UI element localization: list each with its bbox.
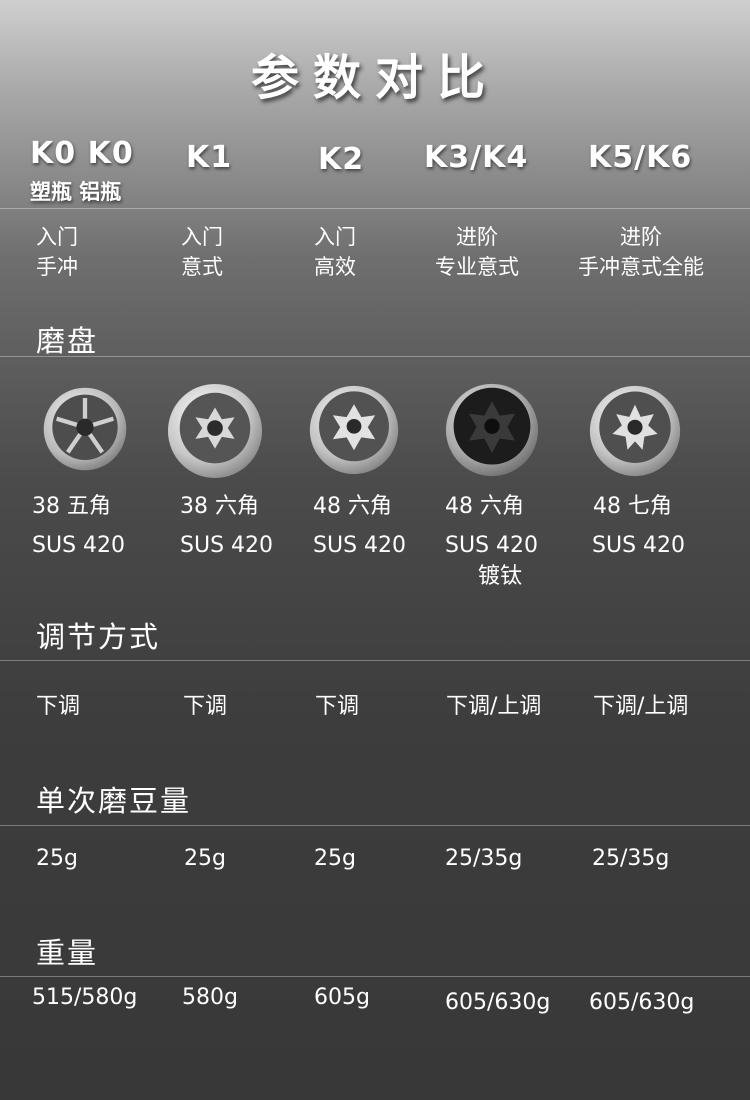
burr-spec-k2: 48 六角 [313, 494, 392, 519]
model-k1: K1 [186, 140, 233, 175]
burr-material-k0: SUS 420 [32, 533, 126, 558]
weight-k1: 580g [182, 985, 238, 1010]
section-capacity-divider [0, 825, 750, 826]
section-capacity-title: 单次磨豆量 [36, 784, 192, 818]
level-k1: 入门 意式 [181, 222, 223, 282]
section-adjust-divider [0, 660, 750, 661]
weight-k3-k4: 605/630g [445, 990, 551, 1015]
adjust-k5-k6: 下调/上调 [593, 694, 689, 719]
model-k0-variants: 塑瓶 铝瓶 [30, 180, 122, 204]
page-title: 参数对比 [250, 50, 499, 106]
level-k2: 入门 高效 [314, 222, 356, 282]
model-k3-k4: K3/K4 [424, 140, 529, 175]
section-burr-divider [0, 356, 750, 357]
model-k0: K0 K0 [30, 136, 134, 171]
burr-spec-k3-k4: 48 六角 [445, 494, 524, 519]
level-tier: 入门 [181, 225, 223, 249]
burr-spec-k1: 38 六角 [180, 494, 259, 519]
capacity-k1: 25g [184, 846, 226, 871]
level-tier: 进阶 [620, 225, 662, 249]
burr-5-point-icon [43, 387, 127, 471]
burr-6-point-icon [167, 383, 263, 479]
burr-titanium-icon [445, 383, 539, 477]
section-weight-divider [0, 976, 750, 977]
adjust-k2: 下调 [315, 694, 360, 719]
level-use: 专业意式 [435, 255, 519, 279]
level-k3-k4: 进阶 专业意式 [427, 222, 527, 282]
burr-coating-k3-k4: 镀钛 [477, 564, 522, 589]
model-k5-k6: K5/K6 [588, 140, 693, 175]
burr-spec-k5-k6: 48 七角 [593, 494, 672, 519]
level-use: 意式 [181, 255, 223, 279]
level-use: 手冲 [36, 255, 78, 279]
level-use: 高效 [314, 255, 356, 279]
burr-6-point-icon [309, 385, 399, 475]
adjust-k0: 下调 [36, 694, 81, 719]
level-tier: 入门 [314, 225, 356, 249]
weight-k5-k6: 605/630g [589, 990, 695, 1015]
model-k2: K2 [318, 142, 365, 177]
section-adjust-title: 调节方式 [36, 620, 161, 654]
burr-spec-k0: 38 五角 [32, 494, 111, 519]
level-k5-k6: 进阶 手冲意式全能 [566, 222, 716, 282]
weight-k0: 515/580g [32, 985, 138, 1010]
burr-7-point-icon [589, 385, 681, 477]
level-k0: 入门 手冲 [36, 222, 78, 282]
capacity-k5-k6: 25/35g [592, 846, 670, 871]
adjust-k3-k4: 下调/上调 [446, 694, 542, 719]
header-divider [0, 208, 750, 209]
weight-k2: 605g [314, 985, 370, 1010]
level-tier: 入门 [36, 225, 78, 249]
capacity-k0: 25g [36, 846, 78, 871]
capacity-k3-k4: 25/35g [445, 846, 523, 871]
adjust-k1: 下调 [183, 694, 228, 719]
burr-material-k5-k6: SUS 420 [592, 533, 686, 558]
capacity-k2: 25g [314, 846, 356, 871]
level-use: 手冲意式全能 [578, 255, 704, 279]
burr-material-k1: SUS 420 [180, 533, 274, 558]
section-burr-title: 磨盘 [36, 324, 99, 358]
section-weight-title: 重量 [36, 936, 99, 970]
burr-material-k2: SUS 420 [313, 533, 407, 558]
level-tier: 进阶 [456, 225, 498, 249]
